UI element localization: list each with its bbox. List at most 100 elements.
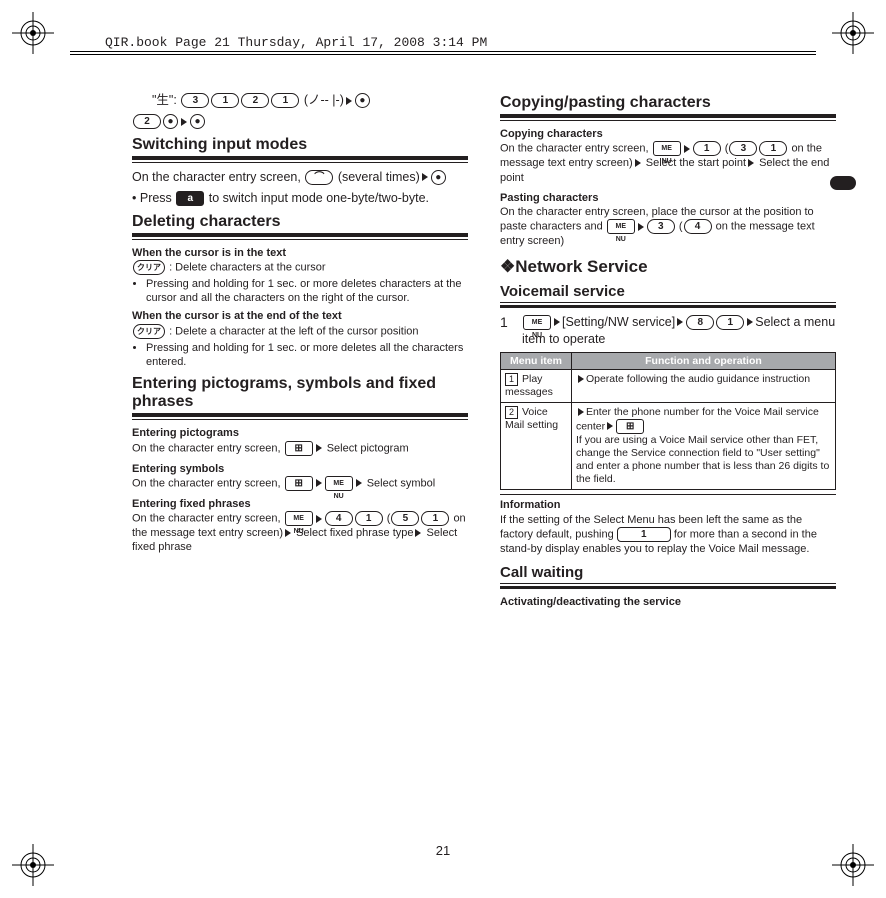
- arrow-icon: [554, 318, 560, 326]
- step-number: 1: [500, 314, 512, 348]
- arrow-icon: [316, 515, 322, 523]
- sub-heading: When the cursor is in the text: [132, 246, 468, 260]
- body-text: On the character entry screen, ⌒ (severa…: [132, 169, 468, 186]
- example-prefix: "生":: [152, 93, 177, 107]
- menu-key-icon: MENU: [607, 219, 635, 234]
- key-icon: 1: [716, 315, 744, 330]
- sub-heading: Activating/deactivating the service: [500, 595, 836, 609]
- arrow-icon: [181, 118, 187, 126]
- example-line2: 2●●: [132, 113, 468, 130]
- arrow-icon: [285, 529, 291, 537]
- subsection-title: Voicemail service: [500, 283, 836, 303]
- body-bullet: • Press a to switch input mode one-byte/…: [132, 190, 468, 207]
- arrow-icon: [747, 318, 753, 326]
- menu-key-icon: MENU: [325, 476, 353, 491]
- table-row: 1Play messages Operate following the aud…: [501, 369, 836, 402]
- sub-heading: Entering symbols: [132, 462, 468, 476]
- key-icon: 1: [693, 141, 721, 156]
- right-column: Copying/pasting characters Copying chara…: [500, 88, 836, 610]
- menu-key-icon: MENU: [523, 315, 551, 330]
- key-icon: 8: [686, 315, 714, 330]
- sub-heading: Entering fixed phrases: [132, 497, 468, 511]
- page-number: 21: [0, 843, 886, 858]
- arrow-icon: [684, 145, 690, 153]
- arrow-icon: [635, 159, 641, 167]
- center-key-icon: ●: [163, 114, 178, 129]
- wide-key-icon: 1: [617, 527, 671, 542]
- arrow-icon: [356, 479, 362, 487]
- key-icon: 3: [647, 219, 675, 234]
- list-item: Pressing and holding for 1 sec. or more …: [146, 277, 468, 306]
- key-icon: 1: [355, 511, 383, 526]
- book-header: QIR.book Page 21 Thursday, April 17, 200…: [105, 35, 487, 50]
- arrow-icon: [578, 375, 584, 383]
- section-title: Entering pictograms, symbols and fixed p…: [132, 375, 468, 417]
- key-icon: 4: [325, 511, 353, 526]
- example-line: "生": 3121 (ノ-- |-)●: [152, 92, 468, 109]
- softkey-icon: ⌒: [305, 170, 333, 185]
- box-number-icon: 1: [505, 373, 518, 386]
- arrow-icon: [346, 97, 352, 105]
- arrow-icon: [578, 408, 584, 416]
- step: 1 MENU[Setting/NW service]81Select a men…: [500, 314, 836, 348]
- key-icon: 3: [729, 141, 757, 156]
- sub-heading: When the cursor is at the end of the tex…: [132, 309, 468, 323]
- key-icon: 1: [759, 141, 787, 156]
- arrow-icon: [677, 318, 683, 326]
- clear-key-icon: クリア: [133, 324, 165, 339]
- section-header: ❖Network Service: [500, 257, 836, 277]
- table-row: 2Voice Mail setting Enter the phone numb…: [501, 402, 836, 490]
- section-title: Deleting characters: [132, 213, 468, 237]
- key-icon: 4: [684, 219, 712, 234]
- arrow-icon: [316, 479, 322, 487]
- key-icon: 2: [241, 93, 269, 108]
- clear-key-icon: クリア: [133, 260, 165, 275]
- key-icon: 1: [421, 511, 449, 526]
- menu-key-icon: MENU: [653, 141, 681, 156]
- body-text: クリア : Delete characters at the cursor: [132, 260, 468, 275]
- softkey-icon: ⊞: [616, 419, 644, 434]
- body-text: クリア : Delete a character at the left of …: [132, 324, 468, 339]
- body-text: On the character entry screen, MENU41 (5…: [132, 511, 468, 555]
- key-icon: 5: [391, 511, 419, 526]
- box-number-icon: 2: [505, 406, 518, 419]
- arrow-icon: [607, 422, 613, 430]
- section-title: Switching input modes: [132, 136, 468, 160]
- body-text: On the character entry screen, ⊞ Select …: [132, 441, 468, 456]
- arrow-icon: [422, 173, 428, 181]
- key-icon: 3: [181, 93, 209, 108]
- registration-mark-icon: [832, 12, 874, 54]
- center-key-icon: ●: [431, 170, 446, 185]
- registration-mark-icon: [12, 12, 54, 54]
- sub-heading: Entering pictograms: [132, 426, 468, 440]
- body-text: On the character entry screen, place the…: [500, 205, 836, 249]
- subsection-title: Call waiting: [500, 564, 836, 584]
- center-key-icon: ●: [190, 114, 205, 129]
- header-rule: [70, 51, 816, 52]
- info-heading: Information: [500, 494, 836, 512]
- key-icon: a: [176, 191, 204, 206]
- arrow-icon: [748, 159, 754, 167]
- key-icon: 2: [133, 114, 161, 129]
- sub-heading: Copying characters: [500, 127, 836, 141]
- arrow-icon: [638, 223, 644, 231]
- left-column: "生": 3121 (ノ-- |-)● 2●● Switching input …: [132, 88, 468, 610]
- softkey-icon: ⊞: [285, 441, 313, 456]
- header-rule: [70, 54, 816, 55]
- arrow-icon: [316, 444, 322, 452]
- table-header: Menu item: [501, 352, 572, 369]
- table-header: Function and operation: [571, 352, 835, 369]
- key-icon: 1: [211, 93, 239, 108]
- sub-heading: Pasting characters: [500, 191, 836, 205]
- key-icon: 1: [271, 93, 299, 108]
- section-title: Copying/pasting characters: [500, 94, 836, 118]
- arrow-icon: [415, 529, 421, 537]
- body-text: On the character entry screen, MENU1 (31…: [500, 141, 836, 185]
- softkey-icon: ⊞: [285, 476, 313, 491]
- list-item: Pressing and holding for 1 sec. or more …: [146, 341, 468, 370]
- menu-table: Menu item Function and operation 1Play m…: [500, 352, 836, 491]
- menu-key-icon: MENU: [285, 511, 313, 526]
- info-body: If the setting of the Select Menu has be…: [500, 513, 836, 557]
- body-text: On the character entry screen, ⊞MENU Sel…: [132, 476, 468, 491]
- center-key-icon: ●: [355, 93, 370, 108]
